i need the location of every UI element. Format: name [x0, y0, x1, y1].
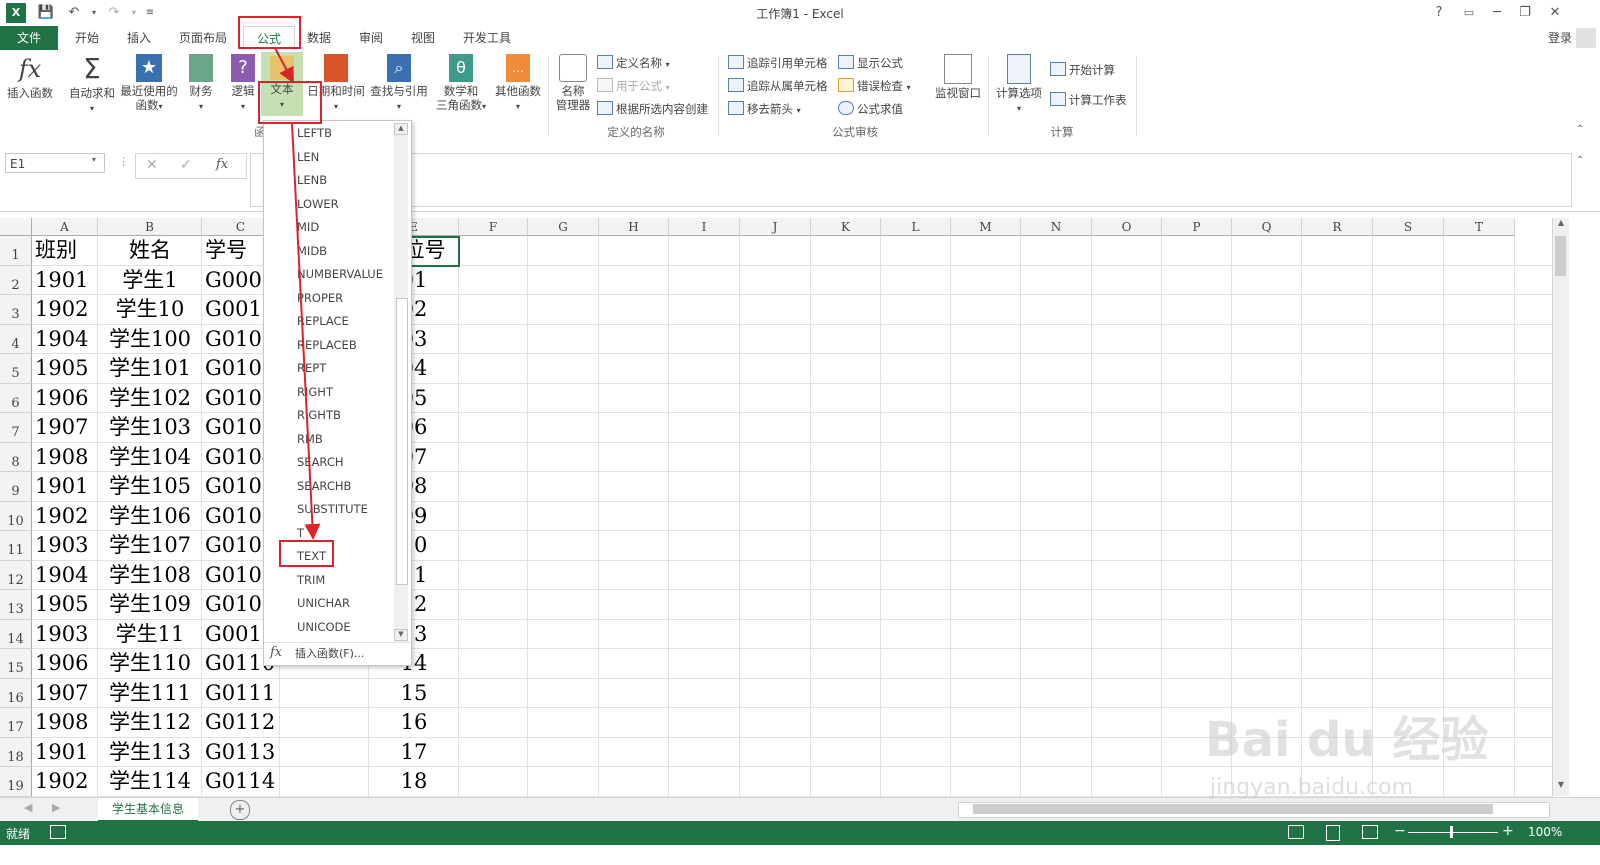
annotation-arrows: [274, 47, 321, 540]
arrow-button-to-text: [291, 123, 321, 540]
arrow-tab-to-button: [274, 47, 294, 84]
